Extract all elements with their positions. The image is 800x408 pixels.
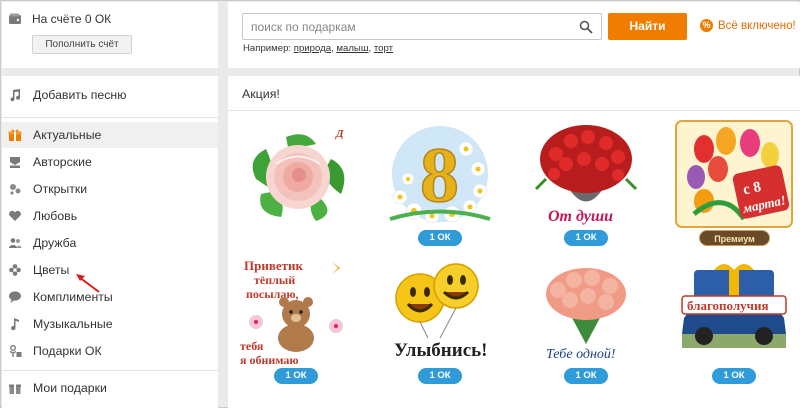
add-song-item[interactable]: Добавить песню — [2, 82, 218, 108]
flower-icon — [8, 263, 22, 277]
my-gifts-icon — [8, 381, 22, 395]
price-badge[interactable]: 1 ОК — [712, 368, 756, 384]
add-song-label: Добавить песню — [33, 88, 127, 102]
hearts-icon — [8, 209, 22, 223]
menu-item-flowers[interactable]: Цветы — [2, 257, 218, 283]
gift-text: я обнимаю — [240, 353, 299, 366]
topup-button[interactable]: Пополнить счёт — [32, 35, 132, 54]
example-link[interactable]: природа — [294, 43, 331, 54]
gift-text: Приветик — [244, 258, 303, 273]
menu-item-friendship[interactable]: Дружба — [2, 230, 218, 256]
ok-gift-icon — [8, 344, 22, 358]
price-badge[interactable]: 1 ОК — [418, 230, 462, 246]
gift-text: тёплый — [254, 273, 295, 287]
premium-badge[interactable]: Премиум — [699, 230, 770, 246]
gift-card[interactable]: Д — [236, 119, 356, 244]
gift-card[interactable]: 8 1 ОК — [380, 119, 500, 246]
author-icon — [8, 155, 22, 169]
gift-icon — [8, 128, 22, 142]
gift-text: посылаю, — [246, 287, 299, 301]
menu-item-label: Авторские — [33, 155, 92, 169]
gift-card[interactable]: Улыбнись! 1 ОК — [380, 256, 500, 384]
example-link[interactable]: малыш — [336, 43, 368, 54]
menu-item-label: Дружба — [33, 236, 77, 250]
search-panel: Найти % Всё включено! Например: природа,… — [228, 2, 800, 68]
eight-march-image: 8 — [389, 126, 491, 224]
gift-text: благополучия — [687, 298, 769, 313]
gift-text: Д — [335, 128, 344, 140]
gift-card[interactable]: Приветик тёплый посылаю, тебя я обнимаю … — [236, 256, 356, 384]
friends-icon — [8, 236, 22, 250]
gift-text: Тебе одной! — [546, 347, 616, 362]
menu-item-love[interactable]: Любовь — [2, 203, 218, 229]
menu-item-label: Музыкальные — [33, 317, 113, 331]
price-badge[interactable]: 1 ОК — [274, 368, 318, 384]
menu-divider — [2, 117, 218, 118]
all-included-label: Всё включено! — [718, 19, 796, 32]
gifts-panel: Акция! Д 8 1 ОК От души 1 ОК с 8 марта! … — [228, 76, 800, 408]
speech-bubble-icon — [8, 290, 22, 304]
gift-card[interactable]: благополучия 1 ОК — [674, 256, 794, 384]
menu-item-compliments[interactable]: Комплименты — [2, 284, 218, 310]
ok-coin-icon: % — [700, 19, 713, 32]
price-badge[interactable]: 1 ОК — [564, 230, 608, 246]
my-gifts-item[interactable]: Мои подарки — [2, 375, 218, 401]
balance-text: На счёте 0 ОК — [32, 12, 112, 26]
postcard-icon — [8, 182, 22, 196]
section-title: Акция! — [242, 87, 280, 101]
app-frame: На счёте 0 ОК Пополнить счёт Добавить пе… — [0, 0, 800, 408]
example-link[interactable]: торт — [374, 43, 393, 54]
car-gift-image: благополучия — [681, 264, 787, 348]
find-button[interactable]: Найти — [608, 13, 687, 40]
price-badge[interactable]: 1 ОК — [418, 368, 462, 384]
menu-item-label: Открытки — [33, 182, 88, 196]
menu-item-ok-gifts[interactable]: Подарки ОК — [2, 338, 218, 364]
menu-item-postcards[interactable]: Открытки — [2, 176, 218, 202]
wallet-icon — [9, 13, 21, 24]
menu-divider — [2, 370, 218, 371]
all-included-link[interactable]: % Всё включено! — [700, 19, 796, 32]
menu-item-actual[interactable]: Актуальные — [2, 122, 218, 148]
teddy-bear-image: Приветик тёплый посылаю, тебя я обнимаю — [240, 258, 343, 366]
menu-item-label: Подарки ОК — [33, 344, 102, 358]
menu-item-musical[interactable]: Музыкальные — [2, 311, 218, 337]
search-icon[interactable] — [579, 20, 593, 34]
march-8-tulips-image: с 8 марта! — [675, 120, 793, 228]
rose-basket-image: От души — [534, 125, 638, 225]
menu-item-label: Цветы — [33, 263, 70, 277]
gift-text: Улыбнись! — [394, 340, 488, 361]
search-examples: Например: природа, малыш, торт — [243, 43, 394, 54]
annotation-arrow-icon — [76, 274, 100, 293]
rose-bouquet-image: Тебе одной! — [546, 268, 626, 362]
gift-card[interactable]: Тебе одной! 1 ОК — [526, 256, 646, 384]
menu-item-label: Любовь — [33, 209, 78, 223]
gift-card[interactable]: с 8 марта! Премиум — [674, 119, 794, 246]
gift-text: 8 — [420, 131, 459, 218]
my-gifts-label: Мои подарки — [33, 381, 107, 395]
search-input[interactable] — [251, 18, 571, 36]
menu-item-author[interactable]: Авторские — [2, 149, 218, 175]
price-badge[interactable]: 1 ОК — [564, 368, 608, 384]
menu-item-label: Актуальные — [33, 128, 102, 142]
rose-image: Д — [252, 128, 345, 221]
balance-row: На счёте 0 ОК — [8, 12, 111, 26]
gift-text: От души — [548, 208, 613, 225]
gift-card[interactable]: От души 1 ОК — [526, 119, 646, 246]
balance-panel: На счёте 0 ОК Пополнить счёт — [2, 2, 218, 68]
gift-text: тебя — [240, 339, 264, 353]
smiley-balloons-image: Улыбнись! — [394, 263, 488, 361]
search-box — [242, 13, 602, 40]
music-note-icon — [8, 88, 22, 102]
music-note-icon — [8, 317, 22, 331]
category-menu: Добавить песню Актуальные Авторские Откр… — [2, 76, 218, 408]
section-divider — [228, 110, 800, 111]
examples-prefix: Например: — [243, 43, 292, 54]
